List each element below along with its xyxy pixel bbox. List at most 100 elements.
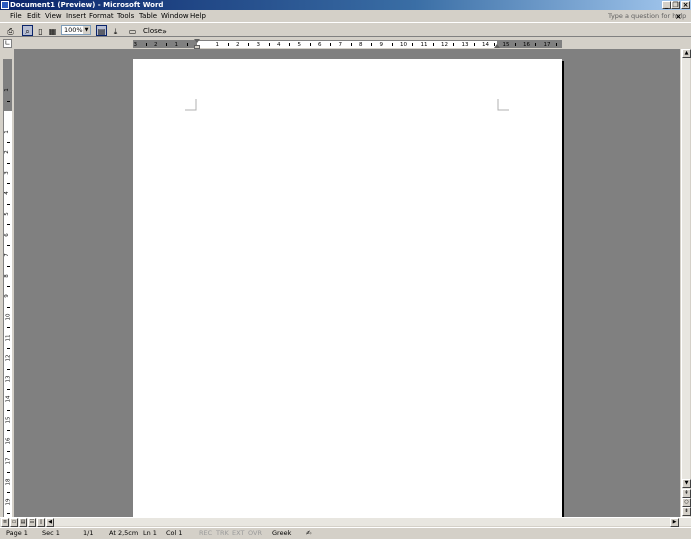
scroll-up-icon[interactable]: ▲ bbox=[682, 49, 691, 58]
ruler-tick bbox=[473, 43, 475, 46]
scroll-right-icon[interactable]: ▶ bbox=[670, 518, 679, 527]
shrink-to-fit-icon[interactable]: ⤓ bbox=[110, 25, 121, 36]
ruler-label: 7 bbox=[3, 253, 10, 257]
ruler-label: 4 bbox=[3, 191, 10, 196]
ruler-tick bbox=[432, 43, 434, 46]
scroll-left-icon[interactable]: ◀ bbox=[46, 518, 54, 527]
ruler-label: 17 bbox=[5, 457, 12, 465]
print-layout-view-icon[interactable]: ▤ bbox=[19, 518, 27, 527]
document-page[interactable] bbox=[133, 59, 562, 519]
ruler-tick bbox=[7, 224, 10, 226]
ruler-label: 5 bbox=[297, 42, 302, 48]
ruler-tick bbox=[555, 43, 557, 46]
menu-format[interactable]: Format bbox=[89, 12, 114, 21]
chevron-down-icon[interactable]: ▼ bbox=[83, 26, 90, 34]
ruler-tick bbox=[7, 203, 10, 205]
menu-tools[interactable]: Tools bbox=[117, 12, 134, 21]
status-ext[interactable]: EXT bbox=[232, 529, 244, 538]
ruler-tick bbox=[371, 43, 373, 46]
status-page-count: 1/1 bbox=[83, 529, 94, 537]
web-layout-view-icon[interactable]: ▭ bbox=[10, 518, 18, 527]
menu-table[interactable]: Table bbox=[139, 12, 157, 21]
ruler-label: 17 bbox=[543, 42, 551, 48]
select-browse-object-icon[interactable]: ○ bbox=[682, 498, 691, 507]
vertical-ruler[interactable]: 1 1 2 3 4 5 6 7 8 9 10 11 12 13 14 15 16 17 18 19 bbox=[3, 59, 12, 517]
multiple-pages-icon[interactable]: ▦ bbox=[47, 25, 58, 36]
status-section: Sec 1 bbox=[42, 529, 60, 537]
menu-insert[interactable]: Insert bbox=[66, 12, 86, 21]
zoom-select[interactable]: 100% ▼ bbox=[61, 25, 91, 35]
ruler-label: 13 bbox=[5, 375, 12, 383]
ruler-label: 1 bbox=[174, 42, 179, 48]
first-line-indent-marker[interactable] bbox=[194, 39, 200, 43]
normal-view-icon[interactable]: ≡ bbox=[1, 518, 9, 527]
ruler-label: 11 bbox=[420, 42, 428, 48]
ruler-tick bbox=[7, 286, 10, 288]
ruler-tick bbox=[7, 244, 10, 246]
tab-selector-icon[interactable]: ∟ bbox=[3, 39, 12, 48]
zoom-value: 100% bbox=[64, 26, 83, 34]
reading-layout-view-icon[interactable]: ▯ bbox=[37, 518, 45, 527]
one-page-icon[interactable]: ▯ bbox=[35, 25, 46, 36]
full-screen-icon[interactable]: ▭ bbox=[127, 25, 138, 36]
right-indent-marker[interactable] bbox=[494, 44, 500, 48]
previous-page-icon[interactable]: ⇞ bbox=[682, 489, 691, 498]
ruler-label: 16 bbox=[5, 437, 12, 445]
next-page-icon[interactable]: ⇟ bbox=[682, 507, 691, 516]
top-right-margin-mark bbox=[497, 99, 509, 111]
status-column: Col 1 bbox=[166, 529, 183, 537]
view-ruler-icon[interactable]: ▤ bbox=[96, 25, 107, 36]
status-rec[interactable]: REC bbox=[199, 529, 212, 538]
ruler-tick bbox=[186, 43, 188, 46]
menu-file[interactable]: File bbox=[10, 12, 22, 21]
magnifier-icon[interactable]: ⌕ bbox=[22, 25, 33, 36]
ruler-label: 10 bbox=[400, 42, 407, 48]
ruler-label: 13 bbox=[461, 42, 469, 48]
menu-help[interactable]: Help bbox=[190, 12, 206, 21]
ruler-label: 9 bbox=[3, 294, 10, 299]
ruler-tick bbox=[7, 327, 10, 329]
ruler-label: 6 bbox=[318, 42, 322, 48]
ruler-label: 3 bbox=[3, 171, 10, 175]
status-language[interactable]: Greek bbox=[272, 529, 291, 538]
ruler-label: 12 bbox=[5, 354, 12, 362]
ruler-label: 12 bbox=[441, 42, 448, 48]
status-ovr[interactable]: OVR bbox=[248, 529, 262, 538]
word-app-icon[interactable] bbox=[1, 1, 9, 9]
menu-bar: File Edit View Insert Format Tools Table… bbox=[0, 10, 691, 23]
ruler-label: 15 bbox=[502, 42, 510, 48]
print-icon[interactable]: ⎙ bbox=[5, 25, 16, 36]
preview-area bbox=[14, 49, 680, 519]
ruler-tick bbox=[330, 43, 332, 46]
ruler-tick bbox=[453, 43, 455, 46]
ruler-tick bbox=[309, 43, 311, 46]
close-preview-button[interactable]: Close bbox=[142, 26, 163, 36]
outline-view-icon[interactable]: ☷ bbox=[28, 518, 36, 527]
menu-window[interactable]: Window bbox=[161, 12, 189, 21]
ruler-label: 8 bbox=[3, 274, 10, 278]
ruler-tick bbox=[166, 43, 168, 46]
minimize-button[interactable]: _ bbox=[662, 1, 671, 9]
restore-button[interactable]: ❐ bbox=[671, 1, 680, 9]
menu-view[interactable]: View bbox=[45, 12, 62, 21]
menu-edit[interactable]: Edit bbox=[27, 12, 41, 21]
scroll-down-icon[interactable]: ▼ bbox=[682, 479, 691, 488]
ruler-label: 1 bbox=[215, 42, 220, 48]
close-window-button[interactable]: × bbox=[681, 1, 690, 9]
ruler-label: 14 bbox=[5, 395, 12, 403]
spelling-grammar-icon[interactable]: ✍ bbox=[306, 529, 311, 538]
ruler-tick bbox=[7, 389, 10, 391]
horizontal-ruler[interactable]: 3 2 1 1 2 3 4 5 6 7 8 9 10 11 12 13 14 15 16 17 bbox=[133, 39, 562, 49]
status-page: Page 1 bbox=[6, 529, 28, 537]
ruler-label: 16 bbox=[523, 42, 530, 48]
ruler-label: 11 bbox=[5, 334, 12, 342]
vertical-scrollbar[interactable]: ▲ ▼ ⇞ ○ ⇟ bbox=[681, 49, 691, 517]
status-trk[interactable]: TRK bbox=[216, 529, 229, 538]
document-close-icon[interactable]: × bbox=[675, 12, 682, 21]
horizontal-scrollbar[interactable]: ≡ ▭ ▤ ☷ ▯ ◀ ▶ bbox=[0, 517, 691, 527]
ruler-label: 2 bbox=[236, 42, 240, 48]
toolbar-options-icon[interactable]: » bbox=[161, 25, 167, 36]
ruler-label: 8 bbox=[359, 42, 363, 48]
ruler-tick bbox=[7, 450, 10, 452]
ruler-label: 14 bbox=[482, 42, 489, 48]
